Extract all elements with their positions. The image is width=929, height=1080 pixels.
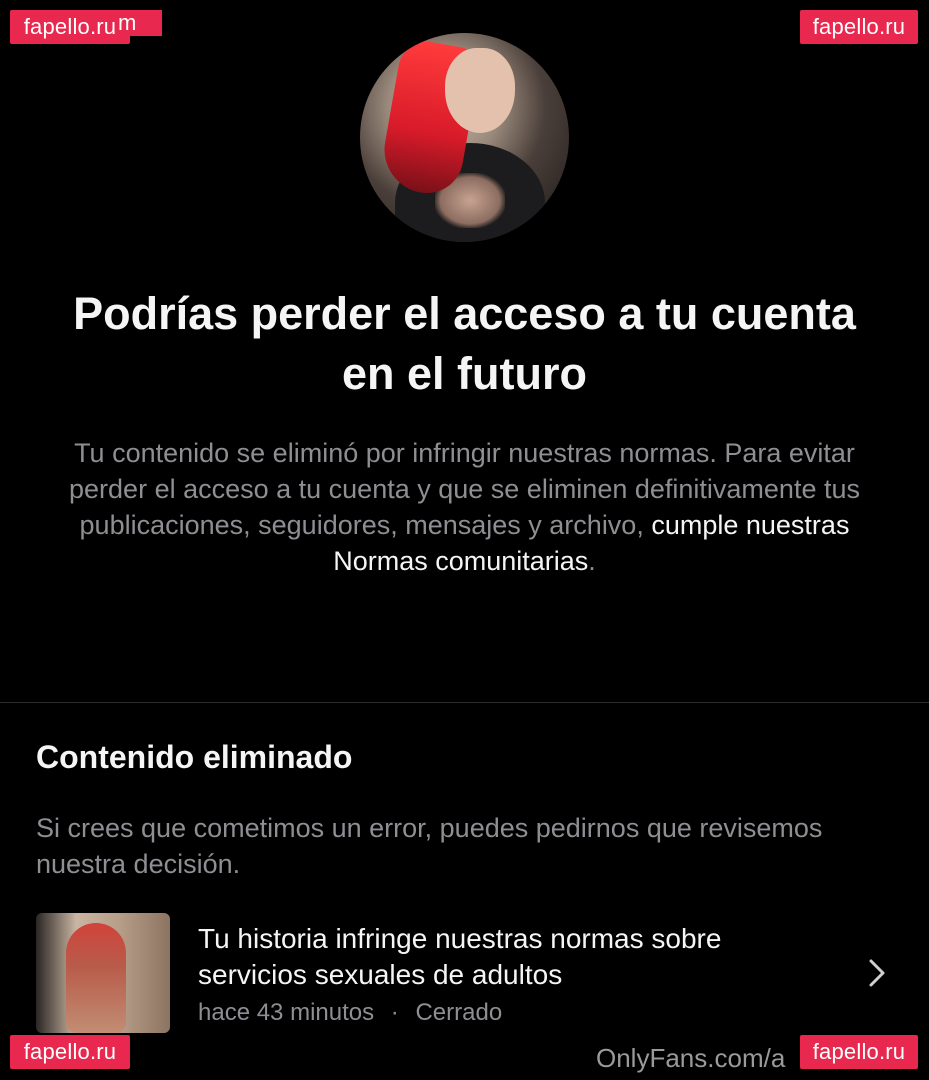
violation-meta: hace 43 minutos · Cerrado	[198, 997, 502, 1029]
watermark-top-right: fapello.ru	[800, 10, 918, 44]
removed-content-item[interactable]: Tu historia infringe nuestras normas sob…	[0, 905, 929, 1040]
violation-time: hace 43 minutos	[198, 999, 375, 1026]
footer-watermark: OnlyFans.com/a	[596, 1043, 786, 1073]
watermark-top-left: fapello.ru	[10, 10, 130, 44]
story-thumbnail	[36, 913, 170, 1033]
description-end: .	[588, 546, 596, 576]
watermark-bottom-right: fapello.ru	[800, 1035, 918, 1069]
removed-content-title: Contenido eliminado	[36, 739, 353, 775]
section-divider	[0, 702, 929, 703]
warning-description: Tu contenido se eliminó por infringir nu…	[50, 435, 879, 579]
meta-separator: ·	[390, 999, 399, 1026]
watermark-top-left-extra: m	[118, 10, 162, 36]
watermark-bottom-left: fapello.ru	[10, 1035, 130, 1069]
profile-avatar	[360, 33, 569, 242]
violation-title: Tu historia infringe nuestras normas sob…	[198, 923, 722, 990]
removed-content-description: Si crees que cometimos un error, puedes …	[36, 813, 823, 879]
page-title: Podrías perder el acceso a tu cuenta en …	[73, 288, 856, 399]
chevron-right-icon[interactable]	[862, 955, 892, 991]
violation-status: Cerrado	[415, 999, 503, 1026]
